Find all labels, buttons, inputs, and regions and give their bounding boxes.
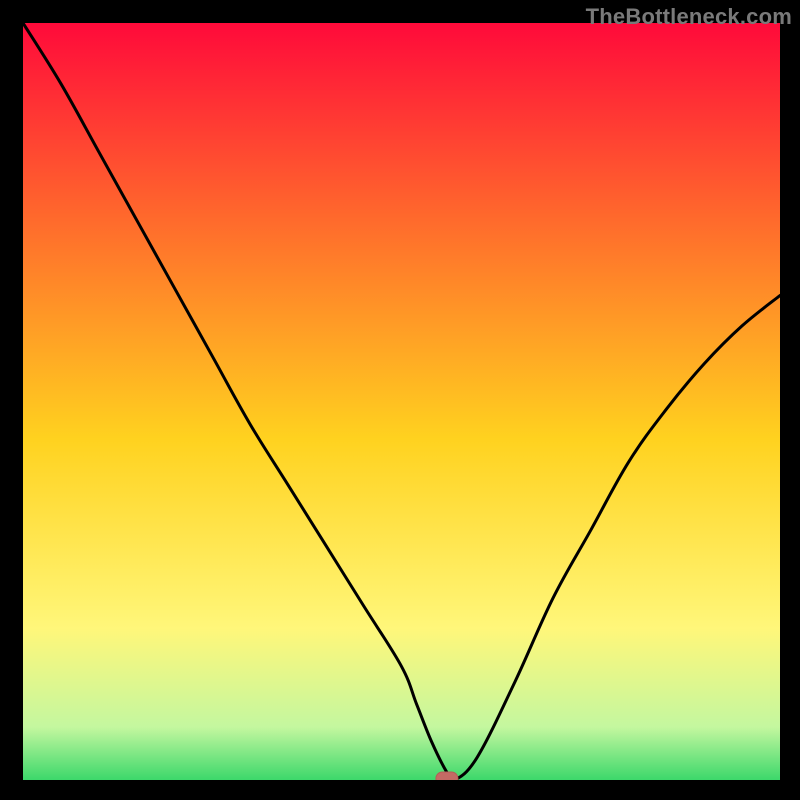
watermark-label: TheBottleneck.com bbox=[586, 4, 792, 30]
chart-svg bbox=[23, 23, 780, 780]
figure: TheBottleneck.com bbox=[0, 0, 800, 800]
optimal-point-marker bbox=[436, 772, 458, 780]
plot-area bbox=[23, 23, 780, 780]
